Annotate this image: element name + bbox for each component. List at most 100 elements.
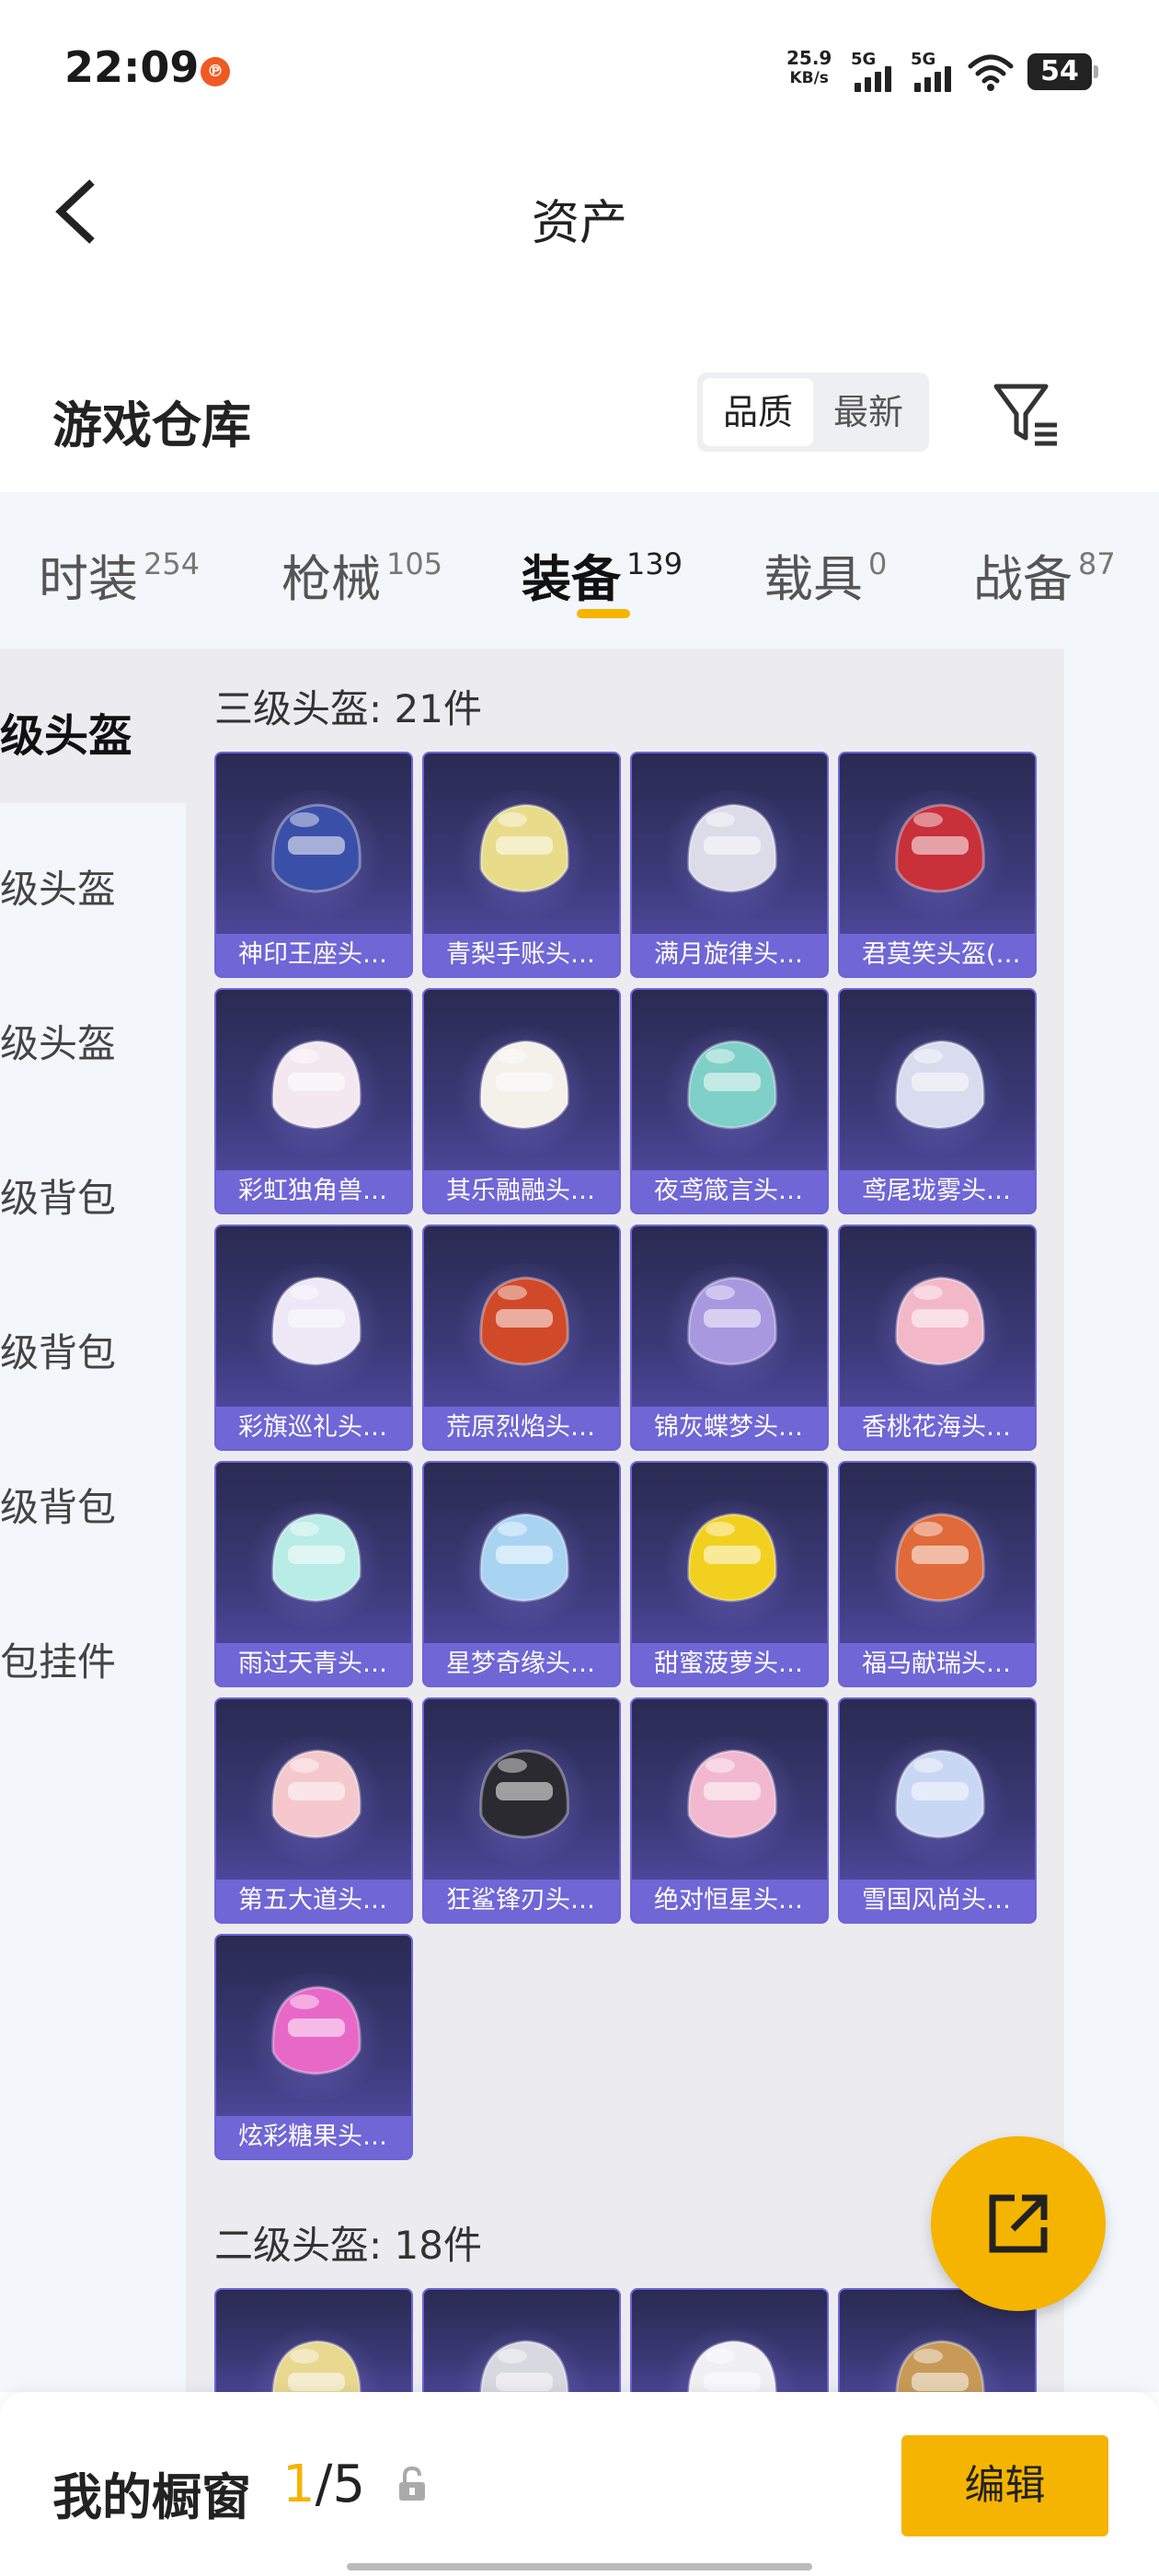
item-card[interactable]	[214, 2288, 413, 2392]
sidebar-item-level1-backpack[interactable]: 级背包	[0, 1477, 116, 1533]
sidebar-item-level2-backpack[interactable]: 级背包	[0, 1322, 116, 1378]
showcase-bar: 我的橱窗 1/5 编辑	[0, 2392, 1159, 2576]
item-card[interactable]: 彩虹独角兽…	[214, 988, 413, 1214]
item-name: 其乐融融头…	[424, 1170, 619, 1213]
item-name: 彩虹独角兽…	[216, 1170, 411, 1213]
item-card[interactable]: 鸢尾珑雾头…	[838, 988, 1037, 1214]
section-title: 二级头盔: 18件	[214, 2223, 482, 2268]
showcase-separator: /	[315, 2455, 333, 2514]
item-name: 锦灰蝶梦头…	[632, 1407, 827, 1449]
share-button[interactable]	[931, 2136, 1106, 2311]
item-card[interactable]: 彩旗巡礼头…	[214, 1225, 413, 1451]
sidebar-item-level3-helmet[interactable]: 级头盔	[0, 699, 132, 764]
helmet-icon	[687, 1040, 777, 1130]
item-card[interactable]: 青梨手账头…	[422, 752, 621, 978]
item-name: 绝对恒星头…	[632, 1880, 827, 1922]
tab-label: 载具	[763, 550, 863, 608]
helmet-icon	[687, 2340, 777, 2392]
category-tabs: 时装 254 枪械 105 装备 139 载具 0 战备 87	[0, 492, 1159, 649]
tab-count: 87	[1078, 546, 1116, 581]
item-name: 星梦奇缘头…	[424, 1643, 619, 1685]
item-name: 第五大道头…	[216, 1880, 411, 1922]
item-name: 君莫笑头盔(…	[840, 934, 1035, 976]
item-name: 雨过天青头…	[216, 1643, 411, 1685]
helmet-icon	[271, 2340, 361, 2392]
showcase-count: 1/5	[282, 2455, 365, 2514]
item-card[interactable]: 君莫笑头盔(…	[838, 752, 1037, 978]
helmet-icon	[895, 1749, 985, 1839]
lock-icon	[399, 2466, 425, 2501]
tab-count: 105	[386, 546, 443, 581]
sidebar-item-level1-helmet[interactable]: 级头盔	[0, 1013, 116, 1069]
tab-weapons[interactable]: 枪械 105	[281, 538, 442, 611]
helmet-icon	[271, 1512, 361, 1603]
helmet-icon	[271, 803, 361, 893]
item-card[interactable]: 绝对恒星头…	[630, 1697, 829, 1924]
item-card[interactable]: 甜蜜菠萝头…	[630, 1461, 829, 1687]
item-card[interactable]: 星梦奇缘头…	[422, 1461, 621, 1687]
item-card[interactable]: 雨过天青头…	[214, 1461, 413, 1687]
home-indicator	[347, 2563, 812, 2570]
share-icon	[989, 2194, 1048, 2253]
helmet-icon	[479, 1512, 569, 1603]
item-name: 神印王座头…	[216, 934, 411, 976]
helmet-icon	[895, 803, 985, 893]
sort-toggle: 品质 最新	[697, 373, 929, 452]
helmet-icon	[895, 1512, 985, 1603]
item-card[interactable]: 荒原烈焰头…	[422, 1225, 621, 1451]
item-card[interactable]	[422, 2288, 621, 2392]
item-name: 鸢尾珑雾头…	[840, 1170, 1035, 1213]
tab-label: 装备	[522, 550, 621, 608]
edit-button[interactable]: 编辑	[901, 2435, 1108, 2536]
showcase-total: 5	[332, 2455, 366, 2514]
item-card[interactable]: 雪国风尚头…	[838, 1697, 1037, 1924]
item-name: 夜鸢箴言头…	[632, 1170, 827, 1213]
item-card[interactable]: 夜鸢箴言头…	[630, 988, 829, 1214]
sidebar-item-backpack-charm[interactable]: 包挂件	[0, 1631, 116, 1687]
battery-icon: 54	[1027, 53, 1098, 90]
network-speed-value: 25.9	[786, 47, 832, 69]
tab-fashion[interactable]: 时装 254	[39, 538, 200, 611]
helmet-icon	[687, 803, 777, 893]
helmet-icon	[271, 1276, 361, 1366]
item-name: 荒原烈焰头…	[424, 1407, 619, 1449]
tab-vehicles[interactable]: 载具 0	[763, 538, 887, 611]
helmet-icon	[687, 1276, 777, 1366]
signal-icon: 5G	[851, 50, 906, 92]
item-card[interactable]: 神印王座头…	[214, 752, 413, 978]
item-name: 炫彩糖果头…	[216, 2116, 411, 2158]
helmet-icon	[895, 1276, 985, 1366]
item-card[interactable]: 第五大道头…	[214, 1697, 413, 1924]
item-card[interactable]: 满月旋律头…	[630, 752, 829, 978]
filter-icon[interactable]	[989, 377, 1062, 451]
item-card[interactable]: 狂鲨锋刃头…	[422, 1697, 621, 1924]
wifi-icon	[968, 54, 1014, 91]
item-name: 香桃花海头…	[840, 1407, 1035, 1449]
item-card[interactable]: 锦灰蝶梦头…	[630, 1225, 829, 1451]
helmet-icon	[895, 1040, 985, 1130]
item-name: 狂鲨锋刃头…	[424, 1880, 619, 1922]
sidebar-item-level2-helmet[interactable]: 级头盔	[0, 858, 116, 914]
item-card[interactable]: 炫彩糖果头…	[214, 1934, 413, 2160]
item-name: 满月旋律头…	[632, 934, 827, 976]
item-card[interactable]	[630, 2288, 829, 2392]
network-speed: 25.9 KB/s	[786, 48, 832, 88]
helmet-icon	[687, 1749, 777, 1839]
item-name: 雪国风尚头…	[840, 1880, 1035, 1922]
item-name: 青梨手账头…	[424, 934, 619, 976]
active-tab-indicator	[577, 609, 630, 618]
sort-quality-option[interactable]: 品质	[703, 378, 813, 446]
tab-label: 时装	[39, 550, 138, 608]
helmet-icon	[479, 2340, 569, 2392]
tab-equipment[interactable]: 装备 139	[522, 538, 683, 611]
sidebar-item-level3-backpack[interactable]: 级背包	[0, 1167, 116, 1224]
showcase-current: 1	[282, 2455, 316, 2514]
helmet-icon	[895, 2340, 985, 2392]
content-area: 级头盔 级头盔 级头盔 级背包 级背包 级背包 包挂件 三级头盔: 21件 二级…	[0, 649, 1159, 2392]
tab-supplies[interactable]: 战备 87	[973, 538, 1116, 611]
sort-newest-option[interactable]: 最新	[813, 378, 924, 446]
network-speed-unit: KB/s	[789, 69, 829, 87]
item-card[interactable]: 香桃花海头…	[838, 1225, 1037, 1451]
item-card[interactable]: 其乐融融头…	[422, 988, 621, 1214]
item-card[interactable]: 福马献瑞头…	[838, 1461, 1037, 1687]
